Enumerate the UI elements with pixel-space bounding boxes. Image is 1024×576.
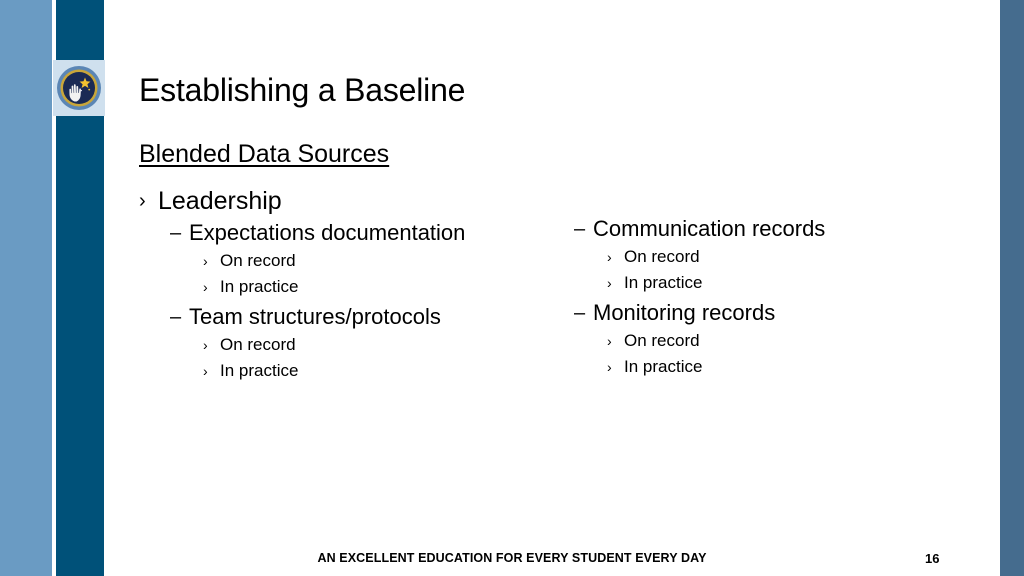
hand-and-star-emblem-icon <box>56 65 102 111</box>
list-item-label: In practice <box>220 361 299 380</box>
chevron-bullet-icon: › <box>607 359 612 375</box>
chevron-bullet-icon: › <box>607 275 612 291</box>
list-item-label: Expectations documentation <box>189 220 466 245</box>
list-item-label: Monitoring records <box>593 300 776 325</box>
list-item: › In practice <box>607 354 974 380</box>
list-item-label: Communication records <box>593 216 826 241</box>
list-item: › In practice <box>607 270 974 296</box>
list-item-label: On record <box>624 247 700 266</box>
list-item-label: On record <box>220 335 296 354</box>
list-item: – Monitoring records <box>574 298 974 328</box>
list-item-label: On record <box>624 331 700 350</box>
bullet-list-left-column: › Leadership – Expectations documentatio… <box>139 184 559 384</box>
list-item: › Leadership <box>139 184 559 218</box>
dash-bullet-icon: – <box>170 222 182 244</box>
slide-subheading: Blended Data Sources <box>139 140 390 168</box>
list-item: › On record <box>203 332 559 358</box>
list-item-label: In practice <box>624 273 703 292</box>
chevron-bullet-icon: › <box>203 337 208 353</box>
chevron-bullet-icon: › <box>607 249 612 265</box>
chevron-bullet-icon: › <box>203 363 208 379</box>
right-accent-band <box>1000 0 1024 576</box>
slide-title: Establishing a Baseline <box>139 72 466 108</box>
district-logo-badge <box>53 60 105 116</box>
list-item-label: Team structures/protocols <box>189 304 441 329</box>
chevron-bullet-icon: › <box>139 190 146 212</box>
dash-bullet-icon: – <box>170 306 182 328</box>
list-item: › In practice <box>203 358 559 384</box>
chevron-bullet-icon: › <box>607 333 612 349</box>
bullet-list-right-column: – Communication records › On record › In… <box>574 214 974 380</box>
presentation-slide: Establishing a Baseline Blended Data Sou… <box>0 0 1024 576</box>
list-item: › In practice <box>203 274 559 300</box>
list-item-label: In practice <box>624 357 703 376</box>
list-item: – Team structures/protocols <box>170 302 559 332</box>
list-item: – Communication records <box>574 214 974 244</box>
list-item: › On record <box>607 244 974 270</box>
chevron-bullet-icon: › <box>203 279 208 295</box>
list-item: › On record <box>607 328 974 354</box>
list-item-label: In practice <box>220 277 299 296</box>
slide-number: 16 <box>925 551 940 566</box>
dash-bullet-icon: – <box>574 218 586 240</box>
chevron-bullet-icon: › <box>203 253 208 269</box>
left-accent-band-light <box>0 0 52 576</box>
slide-footer-text: AN EXCELLENT EDUCATION FOR EVERY STUDENT… <box>317 551 707 565</box>
list-item: › On record <box>203 248 559 274</box>
dash-bullet-icon: – <box>574 302 586 324</box>
list-item-label: Leadership <box>158 187 282 215</box>
list-item-label: On record <box>220 251 296 270</box>
list-item: – Expectations documentation <box>170 218 559 248</box>
